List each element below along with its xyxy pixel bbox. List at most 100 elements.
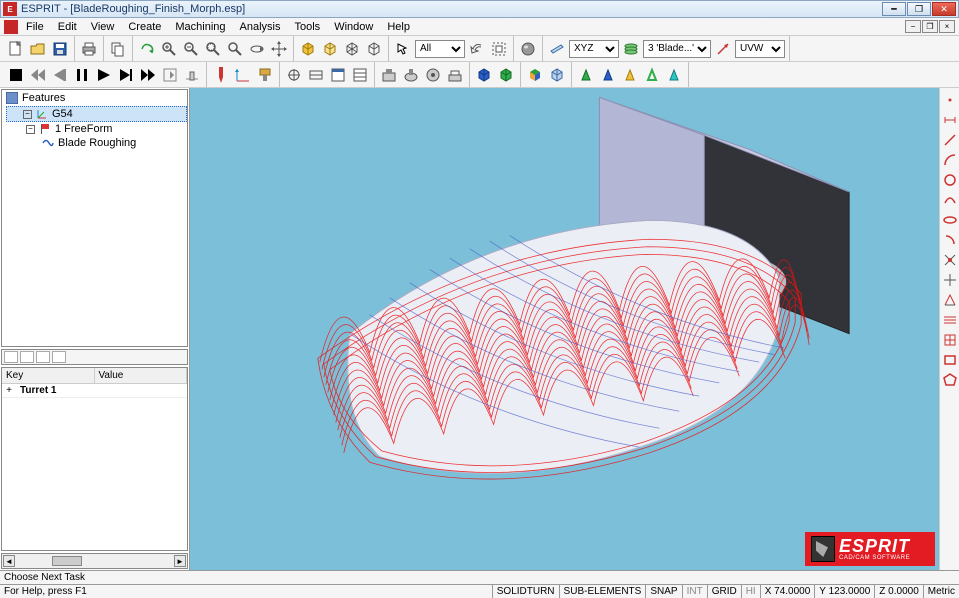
prism-yellow-icon[interactable]	[620, 65, 640, 85]
maximize-button[interactable]: ❐	[907, 2, 931, 16]
menu-help[interactable]: Help	[381, 20, 416, 34]
prop-expand-icon[interactable]: +	[2, 384, 16, 397]
3d-viewport[interactable]: ESPRIT CAD/CAM SOFTWARE	[190, 88, 939, 570]
menu-create[interactable]: Create	[122, 20, 167, 34]
wireframe-icon[interactable]	[342, 39, 362, 59]
tree-node-bladeroughing[interactable]: Blade Roughing	[2, 136, 187, 150]
action3-icon[interactable]	[328, 65, 348, 85]
scroll-left-icon[interactable]: ◄	[3, 555, 15, 567]
snap3-icon[interactable]	[942, 292, 958, 308]
arc-tool-icon[interactable]	[942, 152, 958, 168]
select-arrow-icon[interactable]	[393, 39, 413, 59]
status-snap[interactable]: SNAP	[645, 585, 681, 598]
undo-button[interactable]	[467, 39, 487, 59]
machine4-icon[interactable]	[445, 65, 465, 85]
menu-machining[interactable]: Machining	[169, 20, 231, 34]
pan-button[interactable]	[269, 39, 289, 59]
sim-slider-icon[interactable]	[182, 65, 202, 85]
scroll-thumb[interactable]	[52, 556, 82, 566]
mdi-restore-button[interactable]: ❐	[922, 20, 938, 33]
hatch-tool-icon[interactable]	[942, 312, 958, 328]
cube-trans-icon[interactable]	[547, 65, 567, 85]
sim-stepback-button[interactable]	[50, 65, 70, 85]
ucs-icon[interactable]	[713, 39, 733, 59]
sim-loop-button[interactable]	[160, 65, 180, 85]
status-grid[interactable]: GRID	[707, 585, 741, 598]
cube-multi-icon[interactable]	[525, 65, 545, 85]
tool-red-icon[interactable]	[211, 65, 231, 85]
ellipse-tool-icon[interactable]	[942, 212, 958, 228]
tool-holder-icon[interactable]	[255, 65, 275, 85]
menu-analysis[interactable]: Analysis	[234, 20, 287, 34]
copy-button[interactable]	[108, 39, 128, 59]
snap2-icon[interactable]	[942, 272, 958, 288]
sphere-icon[interactable]	[518, 39, 538, 59]
zoom-out-button[interactable]	[181, 39, 201, 59]
cube-blue-icon[interactable]	[474, 65, 494, 85]
status-subelements[interactable]: SUB-ELEMENTS	[559, 585, 646, 598]
tree-node-freeform[interactable]: − 1 FreeForm	[2, 122, 187, 136]
zoom-window-button[interactable]	[203, 39, 223, 59]
menu-tools[interactable]: Tools	[289, 20, 327, 34]
menu-file[interactable]: File	[20, 20, 50, 34]
open-button[interactable]	[28, 39, 48, 59]
uvw-dropdown[interactable]: UVW	[735, 40, 785, 58]
tree-tab-1[interactable]	[4, 351, 18, 363]
arc2-tool-icon[interactable]	[942, 232, 958, 248]
minimize-button[interactable]: ━	[882, 2, 906, 16]
save-button[interactable]	[50, 39, 70, 59]
new-button[interactable]	[6, 39, 26, 59]
prism-cyan-icon[interactable]	[664, 65, 684, 85]
zoom-prev-button[interactable]	[225, 39, 245, 59]
select-mode-dropdown[interactable]: All	[415, 40, 465, 58]
tree-node-g54[interactable]: − G54	[6, 106, 187, 122]
mdi-minimize-button[interactable]: −	[905, 20, 921, 33]
tree-expand-icon[interactable]: −	[23, 110, 32, 119]
point-tool-icon[interactable]	[942, 92, 958, 108]
print-button[interactable]	[79, 39, 99, 59]
sim-rewind-button[interactable]	[28, 65, 48, 85]
action4-icon[interactable]	[350, 65, 370, 85]
sim-play-button[interactable]	[94, 65, 114, 85]
machine3-icon[interactable]	[423, 65, 443, 85]
prop-row[interactable]: + Turret 1	[2, 384, 187, 398]
rect-tool-icon[interactable]	[942, 352, 958, 368]
shade-solid-icon[interactable]	[298, 39, 318, 59]
action1-icon[interactable]	[284, 65, 304, 85]
tree-expand-icon[interactable]: −	[26, 125, 35, 134]
dim-tool-icon[interactable]	[942, 112, 958, 128]
shade-wire-icon[interactable]	[320, 39, 340, 59]
tree-tab-3[interactable]	[36, 351, 50, 363]
machine2-icon[interactable]	[401, 65, 421, 85]
sim-stop-button[interactable]	[6, 65, 26, 85]
sim-pause-button[interactable]	[72, 65, 92, 85]
circle-tool-icon[interactable]	[942, 172, 958, 188]
menu-view[interactable]: View	[85, 20, 121, 34]
cube-green-icon[interactable]	[496, 65, 516, 85]
action2-icon[interactable]	[306, 65, 326, 85]
status-unit[interactable]: Metric	[923, 585, 959, 598]
doc-icon[interactable]	[4, 20, 18, 34]
sim-ffwd-button[interactable]	[138, 65, 158, 85]
arc3-tool-icon[interactable]	[942, 192, 958, 208]
machine1-icon[interactable]	[379, 65, 399, 85]
status-mode[interactable]: SOLIDTURN	[492, 585, 559, 598]
close-button[interactable]: ✕	[932, 2, 956, 16]
zoom-in-button[interactable]	[159, 39, 179, 59]
prism-blue-icon[interactable]	[598, 65, 618, 85]
status-hi[interactable]: HI	[741, 585, 760, 598]
feature-tree[interactable]: Features − G54 − 1 FreeForm Blade Roughi…	[1, 89, 188, 347]
h-scrollbar[interactable]: ◄ ►	[1, 553, 188, 569]
status-int[interactable]: INT	[682, 585, 707, 598]
line-tool-icon[interactable]	[942, 132, 958, 148]
grid-tool-icon[interactable]	[942, 332, 958, 348]
hidden-line-icon[interactable]	[364, 39, 384, 59]
tree-tab-2[interactable]	[20, 351, 34, 363]
prism-green-icon[interactable]	[576, 65, 596, 85]
polygon-tool-icon[interactable]	[942, 372, 958, 388]
scroll-right-icon[interactable]: ►	[174, 555, 186, 567]
snap1-icon[interactable]	[942, 252, 958, 268]
plane-dropdown[interactable]: XYZ	[569, 40, 619, 58]
tree-tab-4[interactable]	[52, 351, 66, 363]
layer-icon[interactable]	[621, 39, 641, 59]
